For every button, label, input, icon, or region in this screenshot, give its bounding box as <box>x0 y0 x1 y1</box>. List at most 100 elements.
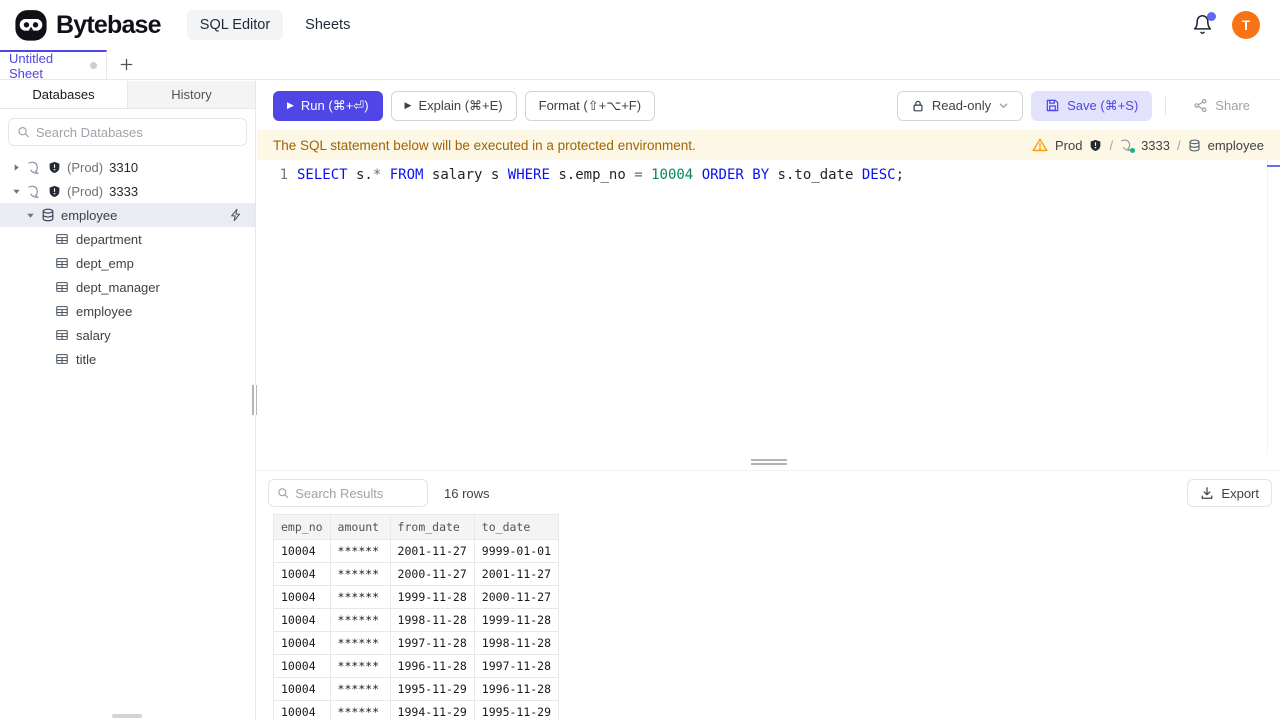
cell[interactable]: 10004 <box>273 562 331 586</box>
run-button-label: Run (⌘+⏎) <box>300 97 369 113</box>
cell[interactable]: 10004 <box>273 677 331 701</box>
cell[interactable]: 1998-11-28 <box>473 631 560 655</box>
explain-button-label: Explain (⌘+E) <box>418 97 503 113</box>
instance-item-3333[interactable]: (Prod) 3333 <box>0 179 255 203</box>
top-header: Bytebase SQL Editor Sheets T <box>0 0 1280 50</box>
run-button[interactable]: ▶ Run (⌘+⏎) <box>273 90 383 121</box>
sidebar-horizontal-scrollbar[interactable] <box>112 714 142 718</box>
table-item-salary[interactable]: salary <box>0 323 255 347</box>
top-nav: SQL Editor Sheets <box>186 10 350 40</box>
table-label: title <box>76 351 97 367</box>
cell[interactable]: 1995-11-29 <box>473 700 560 720</box>
cell[interactable]: ****** <box>329 539 391 563</box>
cell[interactable]: 10004 <box>273 608 331 632</box>
cell[interactable]: 1995-11-29 <box>389 677 475 701</box>
editor-scrollbar-track[interactable] <box>1267 160 1268 455</box>
plus-icon <box>120 58 132 71</box>
column-header-emp-no[interactable]: emp_no <box>273 514 331 540</box>
banner-instance-name[interactable]: 3333 <box>1141 138 1170 153</box>
cell[interactable]: 10004 <box>273 654 331 678</box>
table-row[interactable]: 10004 ****** 2000-11-27 2001-11-27 <box>273 562 560 586</box>
export-button[interactable]: Export <box>1187 479 1272 507</box>
cell[interactable]: 1997-11-28 <box>473 654 560 678</box>
readonly-mode-dropdown[interactable]: Read-only <box>896 90 1024 121</box>
warning-triangle-icon <box>1032 138 1048 152</box>
cell[interactable]: 2001-11-27 <box>389 539 475 563</box>
cell[interactable]: 2001-11-27 <box>473 562 560 586</box>
mysql-instance-icon <box>28 185 40 198</box>
instance-online-dot <box>1130 148 1136 153</box>
table-item-dept-manager[interactable]: dept_manager <box>0 275 255 299</box>
tab-untitled-sheet[interactable]: Untitled Sheet <box>0 50 107 81</box>
brand-home-link[interactable]: Bytebase <box>14 8 162 42</box>
search-icon <box>278 488 289 499</box>
notifications-button[interactable] <box>1192 12 1216 36</box>
cell[interactable]: 1994-11-29 <box>389 700 475 720</box>
table-label: salary <box>76 327 111 343</box>
notification-dot <box>1207 12 1216 21</box>
table-row[interactable]: 10004 ****** 1999-11-28 2000-11-27 <box>273 585 560 609</box>
cell[interactable]: 2000-11-27 <box>389 562 475 586</box>
add-sheet-button[interactable] <box>107 50 145 79</box>
cell[interactable]: 2000-11-27 <box>473 585 560 609</box>
cell[interactable]: 1998-11-28 <box>389 608 475 632</box>
tab-databases[interactable]: Databases <box>0 81 128 108</box>
cell[interactable]: ****** <box>329 700 391 720</box>
column-header-to-date[interactable]: to_date <box>473 514 560 540</box>
sql-code: SELECT s.* FROM salary s WHERE s.emp_no … <box>297 167 904 183</box>
column-header-from-date[interactable]: from_date <box>389 514 475 540</box>
connection-breadcrumb: Prod / 3333 / employee <box>1032 137 1264 153</box>
table-row[interactable]: 10004 ****** 2001-11-27 9999-01-01 <box>273 539 560 563</box>
table-row[interactable]: 10004 ****** 1995-11-29 1996-11-28 <box>273 677 560 701</box>
explain-button[interactable]: ▶ Explain (⌘+E) <box>390 90 517 121</box>
quick-action-bolt-icon[interactable] <box>229 208 243 222</box>
nav-sql-editor[interactable]: SQL Editor <box>186 10 284 40</box>
table-row[interactable]: 10004 ****** 1998-11-28 1999-11-28 <box>273 608 560 632</box>
table-item-employee[interactable]: employee <box>0 299 255 323</box>
cell[interactable]: 1999-11-28 <box>389 585 475 609</box>
cell[interactable]: ****** <box>329 654 391 678</box>
cell[interactable]: 1997-11-28 <box>389 631 475 655</box>
table-row[interactable]: 10004 ****** 1997-11-28 1998-11-28 <box>273 631 560 655</box>
editor-toolbar: ▶ Run (⌘+⏎) ▶ Explain (⌘+E) Format (⇧+⌥+… <box>257 81 1280 130</box>
unsaved-indicator-icon <box>90 62 97 69</box>
cell[interactable]: 10004 <box>273 539 331 563</box>
sql-editor-pane[interactable]: 1 SELECT s.* FROM salary s WHERE s.emp_n… <box>257 160 1280 455</box>
cell[interactable]: 1996-11-28 <box>389 654 475 678</box>
cell[interactable]: ****** <box>329 677 391 701</box>
instance-item-3310[interactable]: (Prod) 3310 <box>0 155 255 179</box>
cell[interactable]: ****** <box>329 631 391 655</box>
share-button[interactable]: Share <box>1179 91 1264 121</box>
banner-database-name[interactable]: employee <box>1208 138 1264 153</box>
search-databases-input[interactable] <box>35 124 238 140</box>
cell[interactable]: ****** <box>329 585 391 609</box>
save-button[interactable]: Save (⌘+S) <box>1031 90 1153 121</box>
table-item-department[interactable]: department <box>0 227 255 251</box>
cell[interactable]: 1999-11-28 <box>473 608 560 632</box>
share-button-label: Share <box>1215 98 1250 113</box>
cell[interactable]: 1996-11-28 <box>473 677 560 701</box>
cell[interactable]: 10004 <box>273 631 331 655</box>
table-row[interactable]: 10004 ****** 1996-11-28 1997-11-28 <box>273 654 560 678</box>
table-row[interactable]: 10004 ****** 1994-11-29 1995-11-29 <box>273 700 560 720</box>
cell[interactable]: 10004 <box>273 585 331 609</box>
cell[interactable]: ****** <box>329 562 391 586</box>
column-header-amount[interactable]: amount <box>329 514 391 540</box>
mysql-instance-icon <box>28 161 40 174</box>
table-item-title[interactable]: title <box>0 347 255 371</box>
nav-sheets[interactable]: Sheets <box>305 17 350 33</box>
cell[interactable]: ****** <box>329 608 391 632</box>
tab-history[interactable]: History <box>128 81 255 108</box>
cell[interactable]: 9999-01-01 <box>473 539 560 563</box>
environment-shield-icon <box>1091 139 1101 151</box>
user-avatar[interactable]: T <box>1232 11 1260 39</box>
play-icon: ▶ <box>404 100 412 110</box>
play-icon: ▶ <box>287 100 294 110</box>
cell[interactable]: 10004 <box>273 700 331 720</box>
format-button[interactable]: Format (⇧+⌥+F) <box>524 90 656 121</box>
results-toolbar: 16 rows Export <box>268 479 1272 507</box>
search-results-input[interactable] <box>295 485 419 501</box>
database-item-employee[interactable]: employee <box>0 203 255 227</box>
panel-splitter[interactable] <box>257 455 1280 470</box>
table-item-dept-emp[interactable]: dept_emp <box>0 251 255 275</box>
